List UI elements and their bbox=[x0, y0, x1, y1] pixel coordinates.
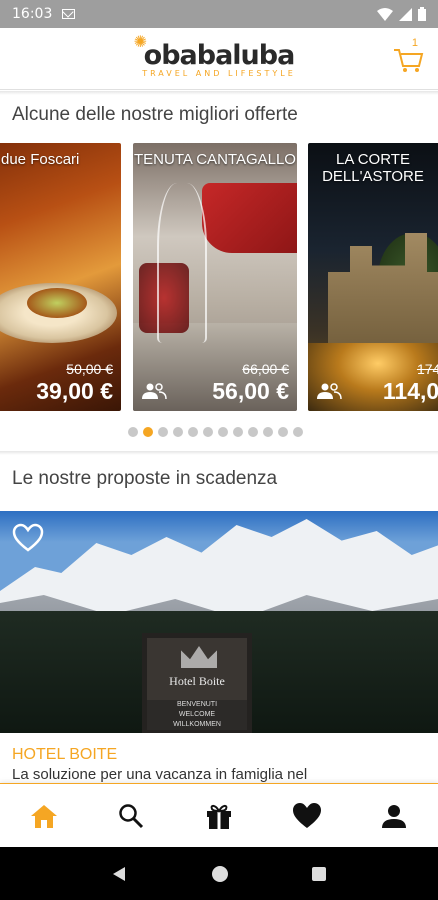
pagination-dot[interactable] bbox=[233, 427, 243, 437]
pagination-dot[interactable] bbox=[218, 427, 228, 437]
divider bbox=[0, 91, 438, 95]
back-icon[interactable] bbox=[111, 865, 129, 883]
people-icon bbox=[317, 383, 342, 399]
carousel-pagination[interactable] bbox=[128, 427, 303, 437]
nav-profile-button[interactable] bbox=[374, 796, 414, 836]
offer-card[interactable]: LA CORTE DELL'ASTORE 174,0 114,00 bbox=[308, 143, 438, 411]
hotel-sign-name: Hotel Boite bbox=[169, 674, 225, 688]
status-time: 16:03 bbox=[12, 6, 53, 22]
hotel-sign: Hotel Boite BENVENUTI WELCOME WILLKOMMEN bbox=[142, 633, 252, 733]
offer-card-title: LA CORTE DELL'ASTORE bbox=[322, 151, 424, 185]
pagination-dot[interactable] bbox=[173, 427, 183, 437]
hotel-sign-welcome: BENVENUTI WELCOME WILLKOMMEN bbox=[147, 700, 247, 730]
search-icon bbox=[119, 803, 144, 828]
offer-card-title: TENUTA CANTAGALLO bbox=[134, 151, 296, 168]
people-icon bbox=[142, 383, 167, 399]
heart-icon bbox=[292, 802, 321, 828]
pagination-dot[interactable] bbox=[293, 427, 303, 437]
favorite-heart-icon[interactable] bbox=[12, 523, 44, 553]
wine-glass-image bbox=[157, 183, 207, 343]
pagination-dot[interactable] bbox=[143, 427, 153, 437]
offer-description: La soluzione per una vacanza in famiglia… bbox=[12, 766, 308, 783]
system-navigation-bar bbox=[0, 847, 438, 900]
brand-logo[interactable]: ✺ obabaluba TRAVEL AND LIFESTYLE bbox=[134, 32, 296, 78]
pagination-dot[interactable] bbox=[248, 427, 258, 437]
offer-card-title: due Foscari bbox=[1, 151, 80, 168]
nav-gift-button[interactable] bbox=[199, 796, 239, 836]
cart-icon bbox=[394, 49, 424, 72]
pagination-dot[interactable] bbox=[278, 427, 288, 437]
home-circle-icon[interactable] bbox=[211, 865, 229, 883]
cart-count-badge: 1 bbox=[411, 37, 418, 49]
offer-card[interactable]: TENUTA CANTAGALLO 66,00 € 56,00 € bbox=[133, 143, 297, 411]
logo-text: obabaluba bbox=[143, 39, 296, 71]
pagination-dot[interactable] bbox=[158, 427, 168, 437]
pagination-dot[interactable] bbox=[188, 427, 198, 437]
mail-notification-icon bbox=[62, 9, 76, 19]
expiring-section-title: Le nostre proposte in scadenza bbox=[12, 468, 278, 489]
offers-carousel[interactable]: due Foscari 50,00 € 39,00 € TENUTA CANTA… bbox=[0, 143, 438, 411]
offers-section-title: Alcune delle nostre migliori offerte bbox=[12, 104, 298, 125]
divider bbox=[0, 451, 438, 455]
nav-favorites-button[interactable] bbox=[287, 796, 327, 836]
battery-icon bbox=[418, 7, 426, 21]
home-icon bbox=[30, 804, 57, 828]
status-icons bbox=[377, 7, 426, 21]
sun-icon: ✺ bbox=[133, 31, 147, 51]
nav-home-button[interactable] bbox=[24, 796, 64, 836]
offer-card[interactable]: due Foscari 50,00 € 39,00 € bbox=[0, 143, 121, 411]
offer-new-price: 39,00 € bbox=[36, 378, 113, 404]
crown-icon bbox=[181, 646, 217, 668]
app-header: ✺ obabaluba TRAVEL AND LIFESTYLE 1 bbox=[0, 28, 438, 90]
profile-icon bbox=[382, 804, 407, 828]
status-bar: 16:03 bbox=[0, 0, 438, 28]
offer-title[interactable]: HOTEL BOITE bbox=[12, 746, 117, 764]
offer-old-price: 66,00 € bbox=[242, 361, 289, 377]
cart-button[interactable]: 1 bbox=[392, 37, 424, 74]
offer-old-price: 174,0 bbox=[416, 361, 438, 377]
hotel-hero-image[interactable]: Hotel Boite BENVENUTI WELCOME WILLKOMMEN bbox=[0, 511, 438, 733]
wifi-icon bbox=[377, 7, 393, 21]
pagination-dot[interactable] bbox=[263, 427, 273, 437]
offer-new-price: 114,00 bbox=[382, 378, 438, 404]
pagination-dot[interactable] bbox=[203, 427, 213, 437]
gift-icon bbox=[206, 804, 231, 829]
offer-new-price: 56,00 € bbox=[212, 378, 289, 404]
recents-icon[interactable] bbox=[311, 866, 327, 882]
pagination-dot[interactable] bbox=[128, 427, 138, 437]
nav-search-button[interactable] bbox=[111, 796, 151, 836]
bottom-navigation bbox=[0, 783, 438, 847]
offer-old-price: 50,00 € bbox=[66, 361, 113, 377]
signal-icon bbox=[399, 7, 412, 21]
